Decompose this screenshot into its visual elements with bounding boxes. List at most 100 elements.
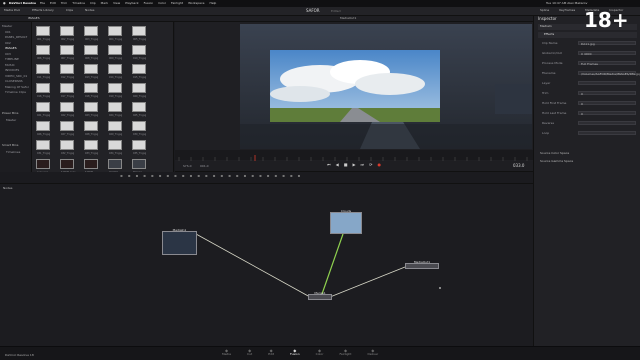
- menu-workspace[interactable]: Workspace: [188, 2, 204, 5]
- bin-item[interactable]: Making Of Safor: [5, 85, 29, 89]
- toolbar-effects-library-button[interactable]: Effects Library: [32, 9, 54, 12]
- transform-tool-icon[interactable]: ▪: [197, 174, 200, 178]
- media-thumbnail[interactable]: 010_T1.jpg: [132, 45, 146, 60]
- rect-tool-icon[interactable]: ▪: [128, 174, 131, 178]
- menu-help[interactable]: Help: [209, 2, 216, 5]
- page-tab-edit[interactable]: ◆ Edit: [268, 349, 274, 356]
- menu-fusion[interactable]: Fusion: [144, 2, 154, 5]
- media-thumbnail[interactable]: 025_T1.jpg: [132, 102, 146, 117]
- media-thumbnail[interactable]: 028_T1.jpg: [84, 121, 98, 136]
- media-thumbnail[interactable]: 021_T1.jpg: [36, 102, 50, 117]
- menu-mark[interactable]: Mark: [101, 2, 108, 5]
- media-thumbnail[interactable]: 032_T1.jpg: [60, 140, 74, 155]
- media-thumbnail[interactable]: 017_T1.jpg: [60, 83, 74, 98]
- particle-tool-icon[interactable]: ▪: [220, 174, 223, 178]
- menu-trim[interactable]: Trim: [61, 2, 67, 5]
- inspector-row-field[interactable]: /Volumes/SAFOR/Media/IMAGES/IMG.jpg: [578, 71, 640, 75]
- page-tab-deliver[interactable]: ◆ Deliver: [367, 349, 378, 356]
- menu-clip[interactable]: Clip: [90, 2, 96, 5]
- mask-tool-icon[interactable]: ▪: [174, 174, 177, 178]
- media-thumbnail[interactable]: 007_T1.jpg: [60, 45, 74, 60]
- inspector-row-field[interactable]: Full Frames: [578, 61, 636, 65]
- record-icon[interactable]: ●: [378, 163, 382, 167]
- loop-icon[interactable]: ⟳: [369, 163, 372, 167]
- bin-item[interactable]: MUSIC: [5, 63, 15, 67]
- media-thumbnail[interactable]: 030_T1.jpg: [132, 121, 146, 136]
- rewind-icon[interactable]: ◀: [336, 163, 339, 167]
- inspector-row-field[interactable]: [578, 131, 636, 135]
- media-thumbnail[interactable]: 013_T1.jpg: [84, 64, 98, 79]
- menu-edit[interactable]: Edit: [50, 2, 56, 5]
- media-thumbnail[interactable]: 031_T1.jpg: [36, 140, 50, 155]
- inspector-row-field[interactable]: DA11.jpg: [578, 41, 636, 45]
- blur-tool-icon[interactable]: ▪: [189, 174, 192, 178]
- media-thumbnail[interactable]: SAFOR Logo: [60, 159, 76, 174]
- render-tool-icon[interactable]: ▪: [251, 174, 254, 178]
- bspline-tool-icon[interactable]: ▪: [151, 174, 154, 178]
- media-thumbnail[interactable]: 022_T1.jpg: [60, 102, 74, 117]
- media-thumbnail[interactable]: 035_T1.jpg: [132, 140, 146, 155]
- page-tab-fusion[interactable]: ◆ Fusion: [290, 349, 300, 356]
- viewer-canvas[interactable]: [240, 24, 532, 149]
- media-thumbnail[interactable]: 027_T1.jpg: [60, 121, 74, 136]
- bin-item[interactable]: 003: [5, 52, 11, 56]
- media-thumbnail[interactable]: 004_T1.jpg: [108, 26, 122, 41]
- power-bin-master[interactable]: Master: [6, 119, 16, 122]
- toolbar-keyframes-button[interactable]: Keyframes: [559, 9, 575, 12]
- view-tool-icon[interactable]: ▪: [298, 174, 301, 178]
- media-thumbnail[interactable]: 011_T1.jpg: [36, 64, 50, 79]
- bin-item[interactable]: Timeline Clips: [5, 91, 26, 94]
- source-gamma-space[interactable]: Source Gamma Space: [540, 160, 573, 163]
- media-thumbnail[interactable]: Clip001: [108, 159, 122, 174]
- inspector-row-field[interactable]: 0: [578, 91, 636, 95]
- play-icon[interactable]: ▶: [352, 163, 355, 167]
- media-thumbnail[interactable]: 005_T1.jpg: [132, 26, 146, 41]
- media-thumbnail[interactable]: Still.jpg: [132, 159, 146, 174]
- media-thumbnail[interactable]: 008_T1.jpg: [84, 45, 98, 60]
- menu-fairlight[interactable]: Fairlight: [171, 2, 183, 5]
- paint-tool-icon[interactable]: ▪: [159, 174, 162, 178]
- media-thumbnail[interactable]: 023_T1.jpg: [84, 102, 98, 117]
- menu-color[interactable]: Color: [158, 2, 166, 5]
- 3d-tool-icon[interactable]: ▪: [228, 174, 231, 178]
- inspector-row-field[interactable]: 0: [578, 101, 636, 105]
- media-thumbnail[interactable]: 006_T1.jpg: [36, 45, 50, 60]
- bin-item[interactable]: CLOSEPANS: [5, 80, 23, 83]
- media-thumbnail[interactable]: 034_T1.jpg: [108, 140, 122, 155]
- mediaout-node[interactable]: MediaOut1: [405, 260, 439, 269]
- bin-item[interactable]: IMAGES: [5, 47, 17, 50]
- prev-icon[interactable]: ⏮: [327, 163, 331, 167]
- media-thumbnail[interactable]: 001_T1.jpg: [36, 26, 50, 41]
- media-thumbnail[interactable]: 012_T1.jpg: [60, 64, 74, 79]
- timeline-ruler[interactable]: [175, 150, 533, 165]
- page-tab-fairlight[interactable]: ◆ Fairlight: [339, 349, 351, 356]
- bin-item[interactable]: Master: [2, 25, 12, 28]
- media-thumbnail[interactable]: 009_T1.jpg: [108, 45, 122, 60]
- stop-icon[interactable]: ■: [344, 163, 348, 167]
- media-thumbnail[interactable]: 026_T1.jpg: [36, 121, 50, 136]
- media-thumbnail[interactable]: 029_T1.jpg: [108, 121, 122, 136]
- bg-tool-icon[interactable]: ▪: [213, 174, 216, 178]
- menu-view[interactable]: View: [113, 2, 120, 5]
- pointer-tool-icon[interactable]: ▪: [120, 174, 123, 178]
- ellipse-tool-icon[interactable]: ▪: [135, 174, 138, 178]
- media-thumbnail[interactable]: 015_T1.jpg: [132, 64, 146, 79]
- bin-item[interactable]: TIMELINE: [5, 58, 19, 61]
- app-menu[interactable]: DaVinci Resolve: [9, 2, 36, 5]
- bin-item[interactable]: VIDEO_SRC_01: [5, 74, 27, 78]
- page-tab-media[interactable]: ◆ Media: [222, 349, 231, 356]
- source-color-space[interactable]: Source Color Space: [540, 152, 569, 155]
- next-icon[interactable]: ⏭: [361, 163, 365, 167]
- tracker-tool-icon[interactable]: ▪: [267, 174, 270, 178]
- bin-item[interactable]: 001: [5, 30, 11, 34]
- media-thumbnail[interactable]: 019_T1.jpg: [108, 83, 122, 98]
- output-tool-icon[interactable]: ▪: [259, 174, 262, 178]
- smart-bin-timelines[interactable]: Timelines: [6, 151, 20, 154]
- inspector-row-field[interactable]: [578, 121, 636, 125]
- inspector-tab[interactable]: MediaIn: [540, 25, 552, 28]
- clouds-node[interactable]: Clouds: [330, 209, 362, 234]
- media-thumbnail[interactable]: Logo.png: [36, 159, 50, 174]
- media-thumbnail[interactable]: 033_T1.jpg: [84, 140, 98, 155]
- merge-tool-icon[interactable]: ▪: [182, 174, 185, 178]
- color-tool-icon[interactable]: ▪: [205, 174, 208, 178]
